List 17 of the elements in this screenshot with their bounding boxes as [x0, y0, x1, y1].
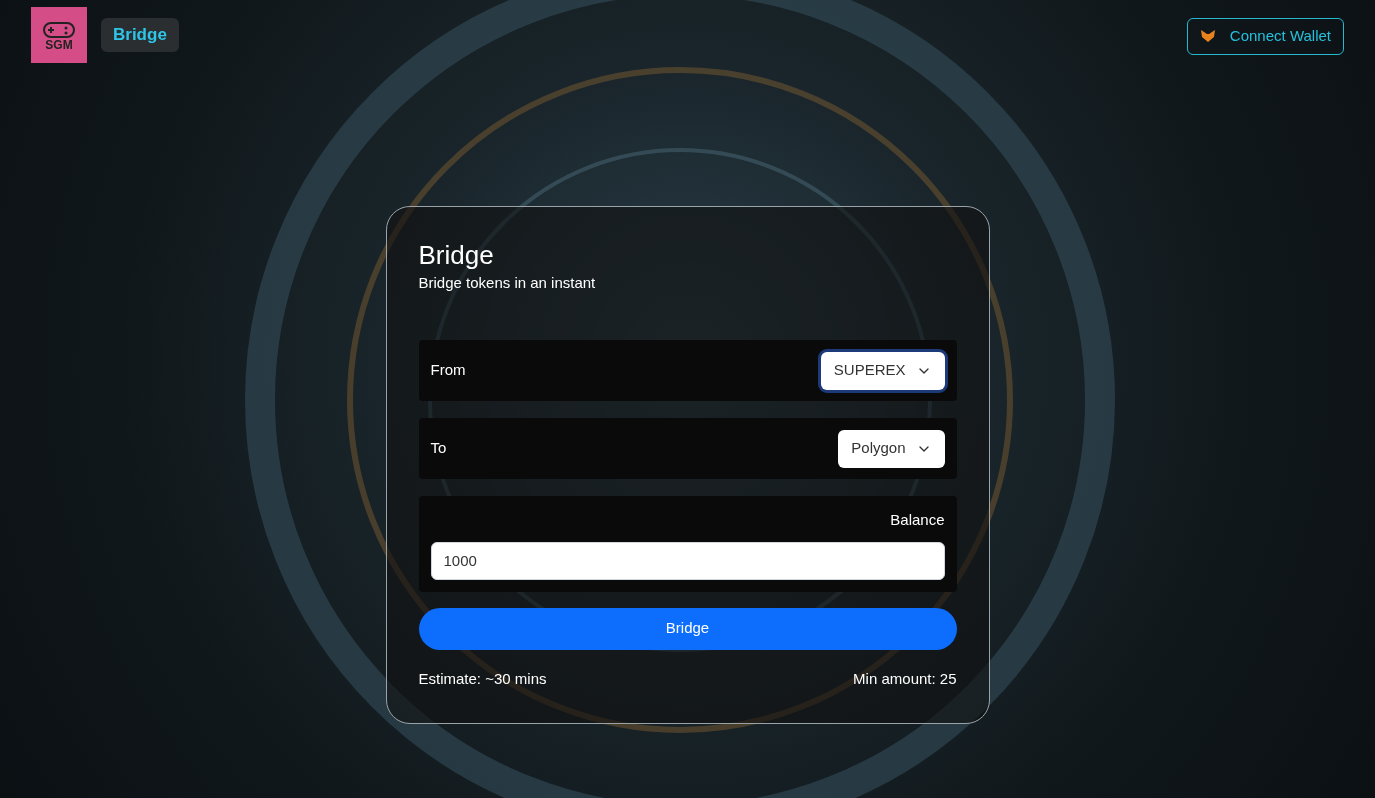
- chain-label: To: [430, 438, 447, 459]
- card-subtitle: Bridge tokens in an instant: [418, 272, 597, 293]
- chain-select[interactable]: Polygon: [838, 429, 945, 468]
- card-title: Bridge: [418, 239, 495, 272]
- amount-field[interactable]: 1000: [430, 541, 945, 580]
- fox-icon: [1199, 29, 1216, 43]
- chain-select[interactable]: SUPEREX: [820, 351, 945, 390]
- min-amount-text: Min amount: 25: [853, 668, 957, 689]
- gamepad-icon: [42, 19, 76, 39]
- chain-label: From: [430, 360, 466, 381]
- logo[interactable]: SGM: [31, 7, 87, 63]
- estimate-text: Estimate: ~30 mins: [418, 668, 547, 689]
- logo-text: SGM: [45, 39, 73, 51]
- balance-label: Balance: [890, 510, 945, 530]
- nav-link[interactable]: Bridge: [101, 18, 179, 52]
- bridge-button[interactable]: Bridge: [418, 607, 957, 650]
- connect-wallet-button[interactable]: Connect Wallet: [1186, 17, 1344, 55]
